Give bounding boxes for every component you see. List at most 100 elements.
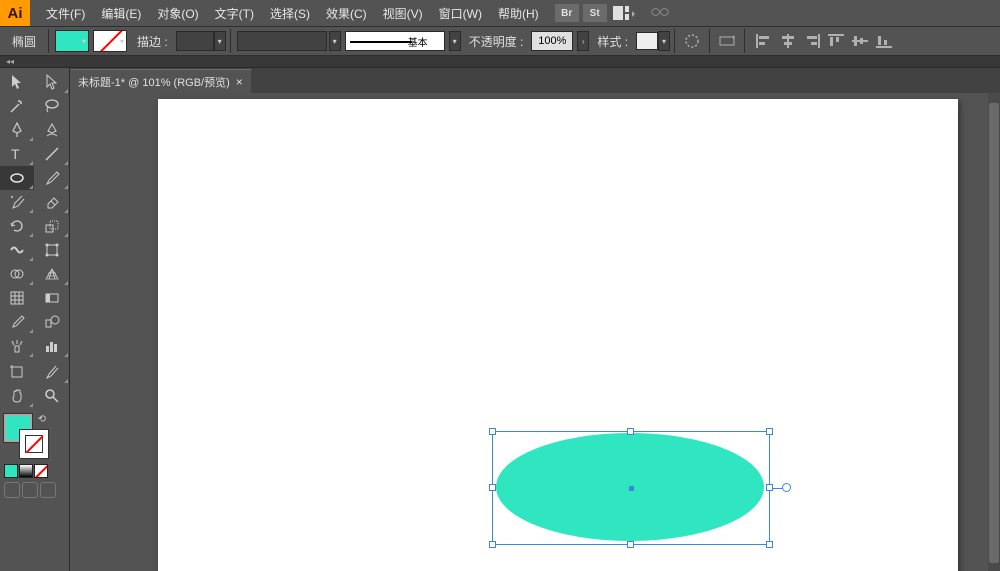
- align-vcenter-icon[interactable]: [849, 31, 871, 51]
- divider: [230, 29, 231, 53]
- symbol-sprayer-tool[interactable]: [0, 334, 34, 358]
- handle-mid-right[interactable]: [766, 484, 773, 491]
- handle-mid-left[interactable]: [489, 484, 496, 491]
- line-tool[interactable]: [35, 142, 69, 166]
- close-icon[interactable]: ×: [236, 75, 243, 89]
- zoom-tool[interactable]: [35, 384, 69, 408]
- document-tab-active[interactable]: 未标题-1* @ 101% (RGB/预览) ×: [70, 69, 251, 93]
- menu-type[interactable]: 文字(T): [207, 0, 262, 26]
- scale-tool[interactable]: [35, 214, 69, 238]
- menu-edit[interactable]: 编辑(E): [93, 0, 149, 26]
- brush-definition-dropdown[interactable]: 基本: [345, 31, 445, 51]
- handle-top-right[interactable]: [766, 428, 773, 435]
- stroke-swatch[interactable]: [93, 30, 127, 52]
- eyedropper-tool[interactable]: [0, 310, 34, 334]
- rotate-handle[interactable]: [782, 483, 791, 492]
- handle-bottom-left[interactable]: [489, 541, 496, 548]
- color-mode-solid[interactable]: [4, 464, 18, 478]
- vertical-scrollbar[interactable]: [988, 93, 1000, 571]
- align-buttons: [753, 31, 895, 51]
- width-tool[interactable]: [0, 238, 34, 262]
- menu-select[interactable]: 选择(S): [262, 0, 318, 26]
- curvature-tool[interactable]: [35, 118, 69, 142]
- graphic-style-swatch[interactable]: [636, 32, 658, 50]
- style-label: 样式 :: [589, 33, 636, 50]
- shape-builder-tool[interactable]: [0, 262, 34, 286]
- draw-behind-icon[interactable]: [22, 482, 38, 498]
- stroke-label: 描边 :: [129, 33, 176, 50]
- draw-inside-icon[interactable]: [40, 482, 56, 498]
- brush-definition-arrow[interactable]: ▾: [449, 31, 461, 51]
- paintbrush-tool[interactable]: [35, 166, 69, 190]
- handle-top-left[interactable]: [489, 428, 496, 435]
- rotate-tool[interactable]: [0, 214, 34, 238]
- menu-right-group: Br St: [555, 4, 677, 22]
- menu-window[interactable]: 窗口(W): [431, 0, 490, 26]
- main-area: T ⟲: [0, 68, 1000, 571]
- free-transform-tool[interactable]: [35, 238, 69, 262]
- menu-effect[interactable]: 效果(C): [318, 0, 375, 26]
- align-hcenter-icon[interactable]: [777, 31, 799, 51]
- draw-normal-icon[interactable]: [4, 482, 20, 498]
- menu-help[interactable]: 帮助(H): [490, 0, 547, 26]
- divider: [744, 29, 745, 53]
- arrange-documents-button[interactable]: [611, 4, 647, 22]
- swap-fill-stroke-icon[interactable]: ⟲: [38, 414, 46, 425]
- align-top-icon[interactable]: [825, 31, 847, 51]
- menu-file[interactable]: 文件(F): [38, 0, 93, 26]
- divider: [48, 29, 49, 53]
- stock-button[interactable]: St: [583, 4, 607, 22]
- color-mode-gradient[interactable]: [19, 464, 33, 478]
- handle-top-mid[interactable]: [627, 428, 634, 435]
- stroke-weight-dropdown[interactable]: ▾: [214, 31, 226, 51]
- magic-wand-tool[interactable]: [0, 94, 34, 118]
- slice-tool[interactable]: [35, 360, 69, 384]
- recolor-icon[interactable]: [679, 28, 705, 54]
- selection-tool[interactable]: [0, 70, 34, 94]
- align-left-icon[interactable]: [753, 31, 775, 51]
- shaper-tool[interactable]: [0, 190, 34, 214]
- document-tab-title: 未标题-1* @ 101% (RGB/预览): [78, 74, 230, 90]
- perspective-grid-tool[interactable]: [35, 262, 69, 286]
- color-mode-none[interactable]: [34, 464, 48, 478]
- gradient-tool[interactable]: [35, 286, 69, 310]
- ellipse-tool[interactable]: [0, 166, 34, 190]
- type-tool[interactable]: T: [0, 142, 34, 166]
- color-mode-row: [4, 464, 65, 478]
- graphic-style-arrow[interactable]: ▾: [658, 31, 670, 51]
- opacity-arrow[interactable]: ›: [577, 31, 589, 51]
- bridge-button[interactable]: Br: [555, 4, 579, 22]
- fill-swatch[interactable]: [55, 30, 89, 52]
- column-graph-tool[interactable]: [35, 334, 69, 358]
- align-right-icon[interactable]: [801, 31, 823, 51]
- collapse-arrows-icon: ◂◂: [6, 57, 14, 66]
- mesh-tool[interactable]: [0, 286, 34, 310]
- align-bottom-icon[interactable]: [873, 31, 895, 51]
- divider: [709, 29, 710, 53]
- handle-bottom-right[interactable]: [766, 541, 773, 548]
- opacity-input[interactable]: [531, 31, 573, 51]
- menu-view[interactable]: 视图(V): [375, 0, 431, 26]
- stroke-weight-input[interactable]: [176, 31, 214, 51]
- direct-selection-tool[interactable]: [35, 70, 69, 94]
- blend-tool[interactable]: [35, 310, 69, 334]
- canvas[interactable]: [70, 93, 1000, 571]
- eraser-tool[interactable]: [35, 190, 69, 214]
- scrollbar-thumb[interactable]: [989, 103, 999, 563]
- handle-bottom-mid[interactable]: [627, 541, 634, 548]
- pen-tool[interactable]: [0, 118, 34, 142]
- opacity-label: 不透明度 :: [461, 33, 532, 50]
- artboard-tool[interactable]: [0, 360, 34, 384]
- panel-collapse-strip[interactable]: ◂◂: [0, 56, 1000, 68]
- center-point[interactable]: [629, 486, 634, 491]
- hand-tool[interactable]: [0, 384, 34, 408]
- stroke-profile-dropdown[interactable]: [237, 31, 327, 51]
- stroke-profile-arrow[interactable]: ▾: [329, 31, 341, 51]
- menu-object[interactable]: 对象(O): [149, 0, 206, 26]
- menu-items: 文件(F) 编辑(E) 对象(O) 文字(T) 选择(S) 效果(C) 视图(V…: [38, 0, 547, 26]
- stroke-color[interactable]: [20, 430, 48, 458]
- align-to-icon[interactable]: [714, 28, 740, 54]
- document-tabs: 未标题-1* @ 101% (RGB/预览) ×: [70, 68, 1000, 93]
- search-icon[interactable]: [651, 5, 677, 22]
- lasso-tool[interactable]: [35, 94, 69, 118]
